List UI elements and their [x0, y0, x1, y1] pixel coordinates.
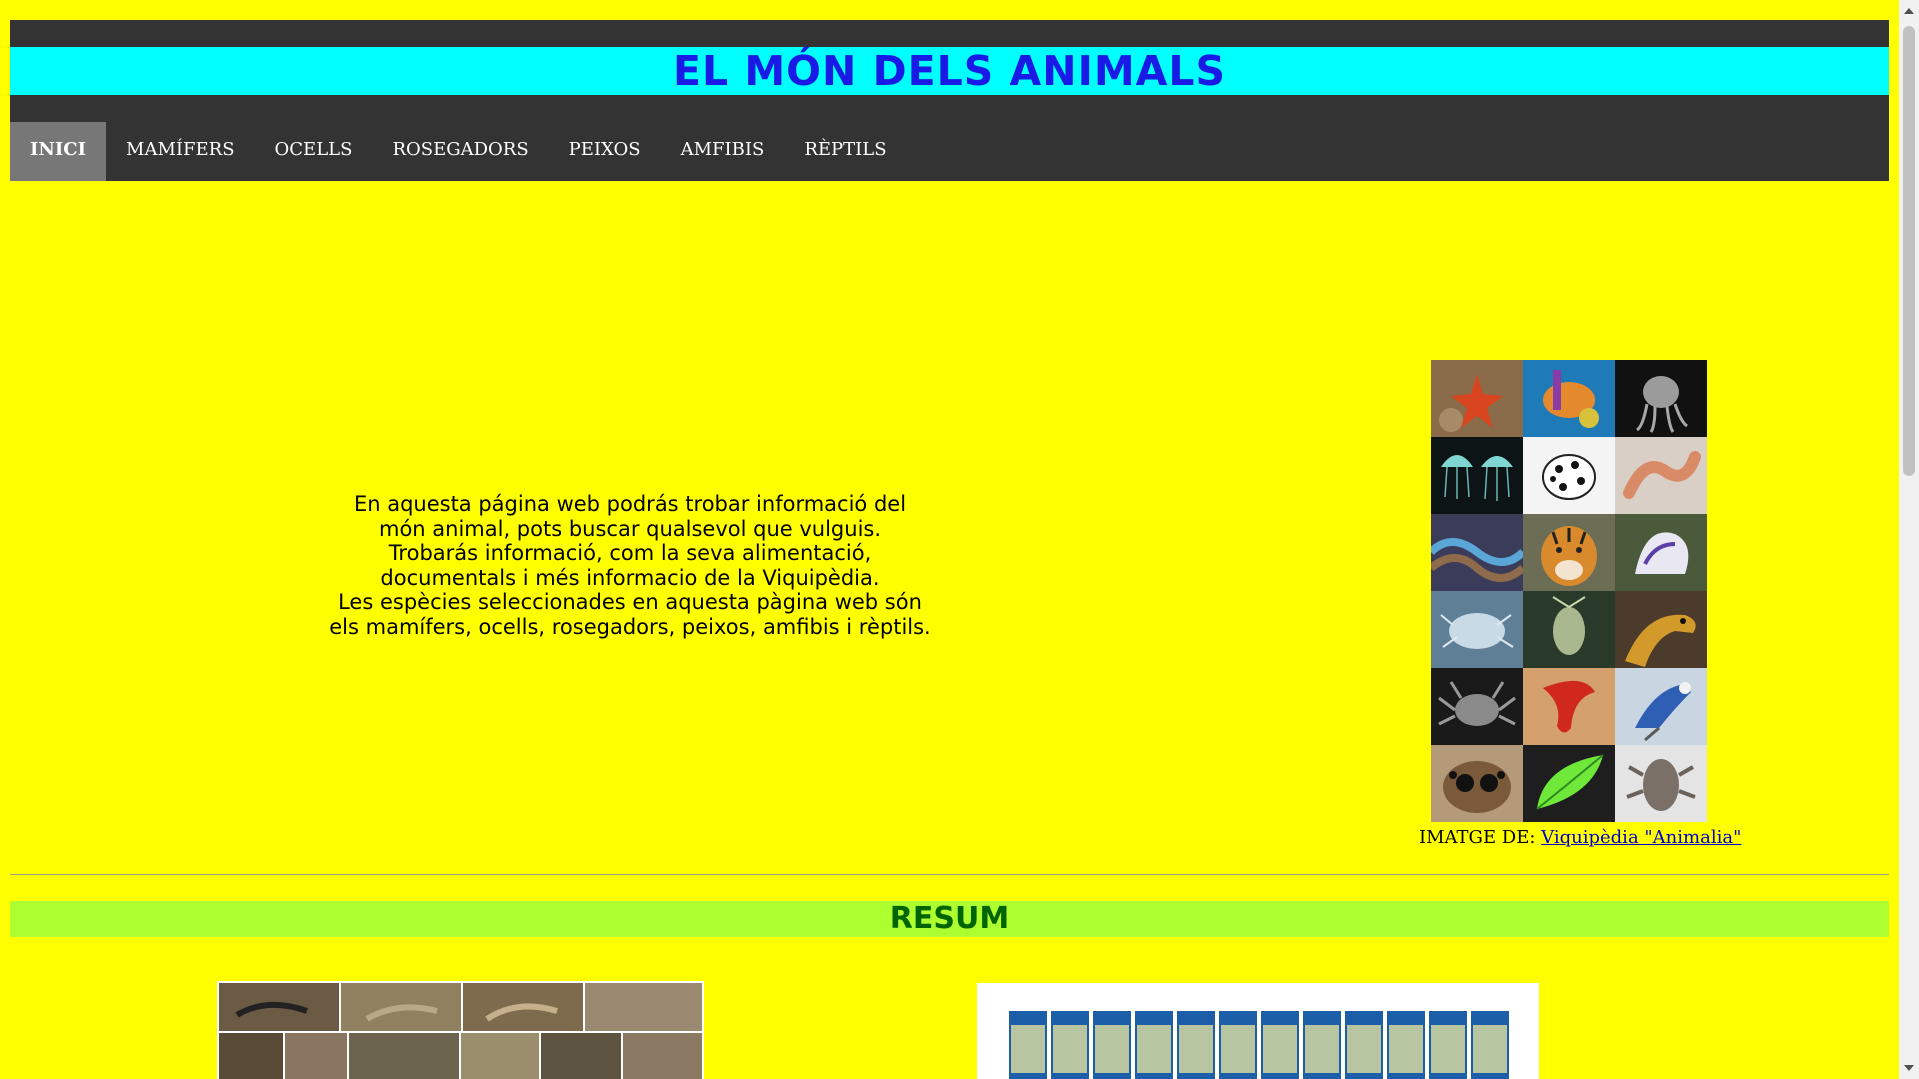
tiger-photo — [1523, 514, 1615, 591]
scrollbar-thumb[interactable] — [1903, 26, 1915, 476]
intro-paragraph: En aquesta página web podrás trobar info… — [310, 492, 950, 639]
cuttlefish-photo — [1615, 360, 1707, 437]
jellyfish-photo — [1431, 437, 1523, 514]
intro-line: món animal, pots buscar qualsevol que vu… — [378, 516, 882, 541]
nav-item-amfibis[interactable]: AMFIBIS — [661, 122, 785, 181]
crab-photo — [1431, 668, 1523, 745]
nav-item-rosegadors[interactable]: ROSEGADORS — [372, 122, 548, 181]
nav-item-mamifers[interactable]: MAMÍFERS — [106, 122, 254, 181]
green-leaf-slug-photo — [1523, 745, 1615, 822]
moray-eel-photo — [1615, 591, 1707, 668]
image-credit-prefix: IMATGE DE: — [1419, 827, 1542, 848]
nav-item-reptils[interactable]: RÈPTILS — [784, 122, 906, 181]
mammals-grid-image — [217, 981, 704, 1079]
intro-line: els mamífers, ocells, rosegadors, peixos… — [329, 614, 931, 639]
site-title: EL MÓN DELS ANIMALS — [10, 47, 1889, 95]
intro-line: En aquesta página web podrás trobar info… — [353, 492, 907, 516]
page: EL MÓN DELS ANIMALS INICI MAMÍFERS OCELL… — [10, 20, 1889, 181]
intro-line: Les espècies seleccionades en aquesta pà… — [338, 590, 922, 614]
main-nav: INICI MAMÍFERS OCELLS ROSEGADORS PEIXOS … — [10, 95, 1889, 181]
scroll-down-arrow-icon[interactable] — [1904, 1065, 1914, 1071]
starfish-photo — [1431, 360, 1523, 437]
tardigrade-photo — [1615, 745, 1707, 822]
sea-slug-photo — [1615, 514, 1707, 591]
jumping-spider-photo — [1431, 745, 1523, 822]
isopod-photo — [1431, 591, 1523, 668]
image-credit: IMATGE DE: Viquipèdia "Animalia" — [1419, 827, 1741, 848]
plankton-photo — [1523, 591, 1615, 668]
nav-item-ocells[interactable]: OCELLS — [255, 122, 373, 181]
spotted-beetle-photo — [1523, 437, 1615, 514]
animalia-collage-image — [1431, 360, 1707, 822]
giant-clam-photo — [1431, 514, 1523, 591]
resum-heading: RESUM — [10, 901, 1889, 937]
flatworm-photo — [1523, 668, 1615, 745]
intro-line: documentals i més informacio de la Viqui… — [380, 565, 880, 590]
worm-photo — [1615, 437, 1707, 514]
nav-item-inici[interactable]: INICI — [10, 122, 107, 181]
birds-cards-image — [977, 983, 1539, 1079]
section-divider — [10, 874, 1889, 875]
scroll-up-arrow-icon[interactable] — [1904, 8, 1914, 14]
intro-line: Trobarás informació, com la seva aliment… — [388, 541, 872, 565]
viquipedia-animalia-link[interactable]: Viquipèdia "Animalia" — [1541, 827, 1741, 848]
vertical-scrollbar[interactable] — [1899, 0, 1919, 1079]
blue-jay-photo — [1615, 668, 1707, 745]
reef-photo — [1523, 360, 1615, 437]
header-top-bar — [10, 20, 1889, 47]
nav-item-peixos[interactable]: PEIXOS — [549, 122, 661, 181]
